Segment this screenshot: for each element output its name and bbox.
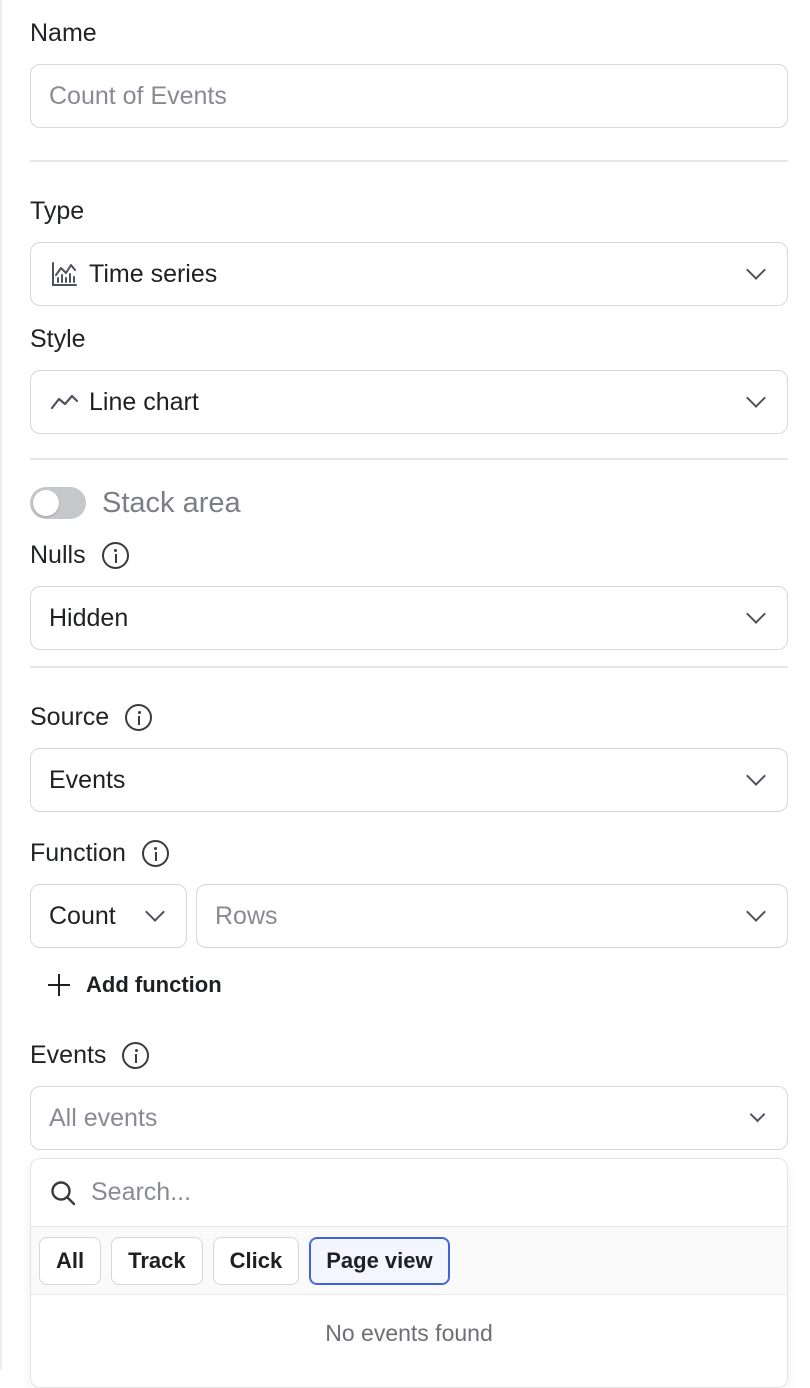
style-select-value: Line chart [89,387,199,416]
events-dropdown: All Track Click Page view No events foun… [30,1158,788,1388]
events-search-input[interactable] [91,1178,769,1207]
events-select[interactable]: All events [30,1086,788,1150]
chevron-down-icon [749,1106,766,1122]
info-icon[interactable] [122,1041,150,1069]
chevron-down-icon [746,604,766,624]
filter-chip-all[interactable]: All [39,1236,102,1285]
empty-state-text: No events found [325,1320,493,1346]
name-label: Name [30,19,97,47]
source-select-value: Events [49,765,126,794]
events-search-row [31,1159,787,1227]
source-select[interactable]: Events [30,748,788,812]
function-aggregate-select[interactable]: Count [30,884,187,948]
divider [30,160,788,162]
stack-area-toggle[interactable] [30,487,86,519]
source-label: Source [30,702,153,732]
function-label: Function [30,838,169,868]
chevron-down-icon [746,388,766,408]
chevron-down-icon [145,902,165,922]
chart-settings-panel: Name Count of Events Type Time series St… [0,0,810,1388]
nulls-select[interactable]: Hidden [30,586,788,650]
function-aggregate-value: Count [49,901,116,930]
function-column-placeholder: Rows [215,901,278,930]
name-input-placeholder: Count of Events [49,81,227,110]
style-select[interactable]: Line chart [30,370,788,434]
type-select[interactable]: Time series [30,242,788,306]
nulls-label: Nulls [30,540,129,570]
divider [30,666,788,668]
style-label: Style [30,325,86,353]
event-filter-chips: All Track Click Page view [31,1227,787,1295]
search-icon [51,1180,76,1205]
line-chart-icon [50,394,79,410]
filter-chip-click[interactable]: Click [212,1236,300,1285]
chevron-down-icon [746,902,766,922]
info-icon[interactable] [125,703,153,731]
filter-chip-track[interactable]: Track [111,1236,203,1285]
chevron-down-icon [746,766,766,786]
divider [30,458,788,460]
chevron-down-icon [746,260,766,280]
function-column-select[interactable]: Rows [196,884,788,948]
plus-icon [48,974,70,996]
events-select-value: All events [49,1103,158,1132]
name-input[interactable]: Count of Events [30,64,788,128]
info-icon[interactable] [101,541,129,569]
stack-area-label: Stack area [102,487,241,519]
info-icon[interactable] [141,839,169,867]
events-label: Events [30,1040,150,1070]
add-function-button[interactable]: Add function [48,968,222,1002]
type-label: Type [30,197,85,225]
type-select-value: Time series [89,259,218,288]
nulls-select-value: Hidden [49,603,129,632]
filter-chip-page-view[interactable]: Page view [309,1236,450,1285]
bar-chart-icon [52,262,77,286]
